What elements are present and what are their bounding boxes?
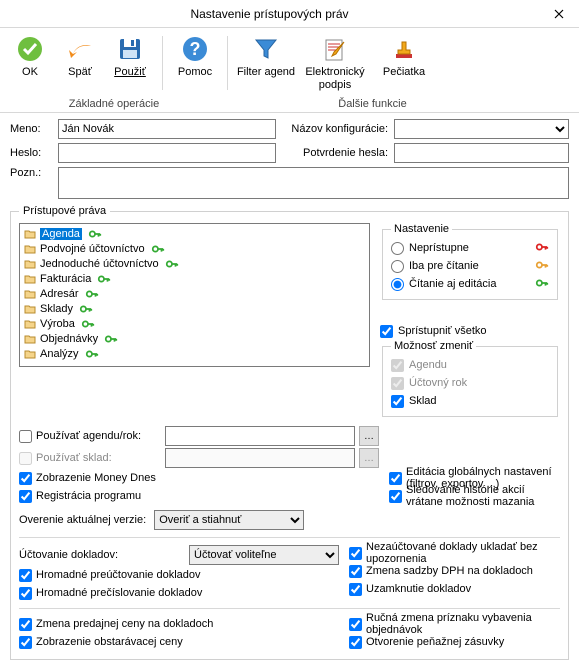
bulk-renum-check[interactable]: Hromadné prečíslovanie dokladov — [19, 584, 339, 602]
password-input[interactable] — [58, 143, 276, 163]
settings-fieldset: Nastavenie Neprístupne Iba pre čítanie Č… — [382, 223, 558, 300]
money-dnes-check[interactable]: Zobrazenie Money Dnes — [19, 469, 379, 487]
verify-select[interactable]: Overiť a stiahnuť — [154, 510, 304, 530]
form-area: Meno: Názov konfigurácie: Heslo: Potvrde… — [0, 113, 579, 199]
back-button[interactable]: Späť — [56, 32, 104, 94]
rights-tree[interactable]: AgendaPodvojné účtovníctvoJednoduché účt… — [19, 223, 370, 367]
close-icon — [554, 9, 564, 19]
use-sklad-check — [19, 452, 32, 465]
close-button[interactable] — [539, 0, 579, 27]
note-textarea[interactable] — [58, 167, 569, 199]
change-agenda-check: Agendu — [391, 356, 549, 374]
stamp-icon — [374, 34, 434, 64]
registration-check[interactable]: Registrácia programu — [19, 487, 379, 505]
password2-label: Potvrdenie hesla: — [276, 147, 394, 159]
lock-check[interactable]: Uzamknutie dokladov — [349, 580, 560, 598]
acq-price-check[interactable]: Zobrazenie obstarávacej ceny — [19, 633, 339, 651]
vat-check[interactable]: Zmena sadzby DPH na dokladoch — [349, 562, 560, 580]
use-agenda-browse-button[interactable]: … — [359, 426, 379, 446]
use-sklad-browse-button[interactable]: … — [359, 448, 379, 468]
key-green-icon — [535, 276, 549, 293]
ok-button[interactable]: OK — [6, 32, 54, 94]
use-agenda-input[interactable] — [165, 426, 355, 446]
rights-legend: Prístupové práva — [19, 205, 110, 217]
tree-item[interactable]: Sklady — [24, 301, 365, 316]
acct-select[interactable]: Účtovať voliteľne — [189, 545, 339, 565]
tree-item[interactable]: Výroba — [24, 316, 365, 331]
use-sklad-input — [165, 448, 355, 468]
change-fieldset: Možnosť zmeniť Agendu Účtovný rok Sklad — [382, 340, 558, 417]
radio-readwrite[interactable]: Čítanie aj editácia — [391, 275, 549, 293]
epodpis-button[interactable]: Elektronickýpodpis — [298, 32, 372, 94]
share-all-check[interactable]: Sprístupniť všetko — [380, 322, 560, 340]
bulk-reacct-check[interactable]: Hromadné preúčtovanie dokladov — [19, 566, 339, 584]
svg-text:?: ? — [190, 39, 201, 59]
funnel-icon — [236, 34, 296, 64]
use-agenda-check[interactable] — [19, 430, 32, 443]
config-select[interactable] — [394, 119, 569, 139]
rights-fieldset: Prístupové práva AgendaPodvojné účtovníc… — [10, 205, 569, 660]
tree-item[interactable]: Adresár — [24, 286, 365, 301]
config-label: Názov konfigurácie: — [276, 123, 394, 135]
help-icon: ? — [171, 34, 219, 64]
key-orange-icon — [535, 258, 549, 275]
key-red-icon — [535, 240, 549, 257]
window-title: Nastavenie prístupových práv — [0, 7, 539, 21]
change-year-check: Účtovný rok — [391, 374, 549, 392]
name-label: Meno: — [10, 123, 58, 135]
save-icon — [106, 34, 154, 64]
tree-item[interactable]: Agenda — [24, 226, 365, 241]
ribbon-group-more: Ďalšie funkcie — [172, 98, 573, 110]
stamp-button[interactable]: Pečiatka — [374, 32, 434, 94]
radio-none[interactable]: Neprístupne — [391, 239, 549, 257]
pen-doc-icon — [298, 34, 372, 64]
manual-flag-check[interactable]: Ručná zmena príznaku vybavenia objednávo… — [349, 615, 560, 633]
change-sklad-check[interactable]: Sklad — [391, 392, 549, 410]
use-button[interactable]: Použiť — [106, 32, 154, 94]
titlebar: Nastavenie prístupových práv — [0, 0, 579, 28]
name-input[interactable] — [58, 119, 276, 139]
unposted-check[interactable]: Nezaúčtované doklady ukladať bez upozorn… — [349, 544, 560, 562]
back-arrow-icon — [56, 34, 104, 64]
filter-button[interactable]: Filter agend — [236, 32, 296, 94]
tree-item[interactable]: Fakturácia — [24, 271, 365, 286]
tree-item[interactable]: Analýzy — [24, 346, 365, 361]
tree-item[interactable]: Jednoduché účtovníctvo — [24, 256, 365, 271]
password2-input[interactable] — [394, 143, 569, 163]
radio-read[interactable]: Iba pre čítanie — [391, 257, 549, 275]
sell-price-check[interactable]: Zmena predajnej ceny na dokladoch — [19, 615, 339, 633]
help-button[interactable]: ? Pomoc — [171, 32, 219, 94]
ok-icon — [6, 34, 54, 64]
note-label: Pozn.: — [10, 167, 58, 179]
password-label: Heslo: — [10, 147, 58, 159]
ribbon-toolbar: OK Späť Použiť ? Pomoc Filter agend — [0, 28, 579, 113]
tree-item[interactable]: Objednávky — [24, 331, 365, 346]
history-check[interactable]: Sledovanie histórie akcií vrátane možnos… — [389, 487, 560, 505]
tree-item[interactable]: Podvojné účtovníctvo — [24, 241, 365, 256]
